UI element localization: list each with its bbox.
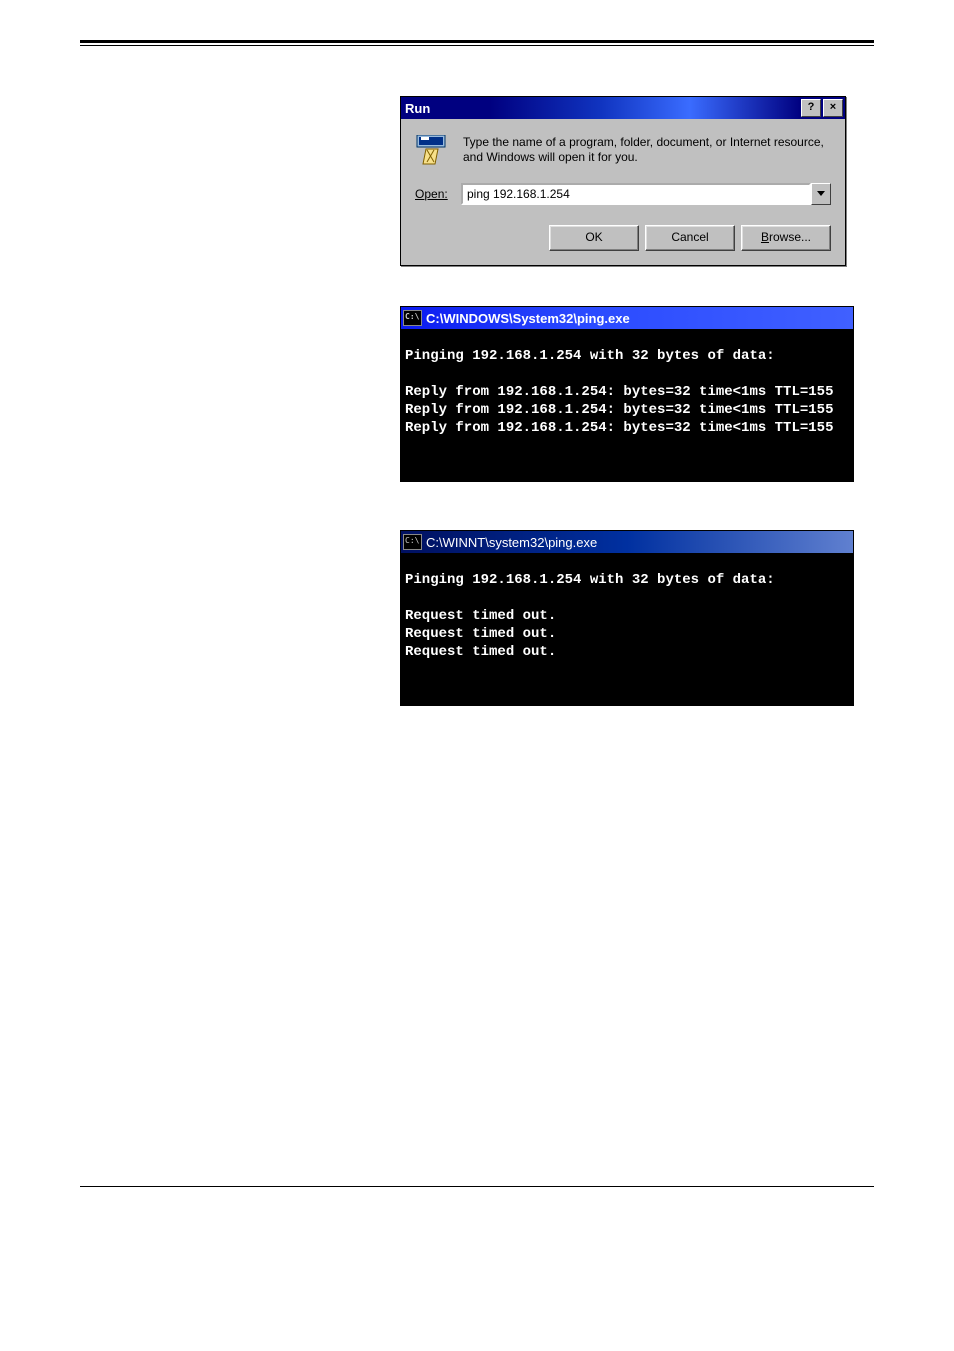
cmd-icon: C:\ [403, 310, 422, 326]
document-page: Run ? × Type [0, 0, 954, 1227]
console-timeout-line-0: Pinging 192.168.1.254 with 32 bytes of d… [405, 572, 775, 588]
open-input[interactable] [461, 183, 811, 205]
console-timeout: C:\ C:\WINNT\system32\ping.exe Pinging 1… [400, 530, 854, 706]
console-timeout-line-4: Request timed out. [405, 644, 556, 660]
run-dialog-titlebar: Run ? × [401, 97, 845, 119]
console-timeout-titlebar: C:\ C:\WINNT\system32\ping.exe [401, 531, 853, 553]
console-success-line-3: Reply from 192.168.1.254: bytes=32 time<… [405, 402, 833, 418]
console-success-titlebar: C:\ C:\WINDOWS\System32\ping.exe [401, 307, 853, 329]
run-dialog: Run ? × Type [400, 96, 846, 266]
close-button[interactable]: × [823, 99, 843, 117]
console-success-line-4: Reply from 192.168.1.254: bytes=32 time<… [405, 420, 833, 436]
console-success-body: Pinging 192.168.1.254 with 32 bytes of d… [401, 329, 853, 481]
run-dialog-description: Type the name of a program, folder, docu… [463, 135, 831, 165]
console-success-title: C:\WINDOWS\System32\ping.exe [426, 311, 630, 326]
help-button[interactable]: ? [801, 99, 821, 117]
console-success-line-0: Pinging 192.168.1.254 with 32 bytes of d… [405, 348, 775, 364]
cmd-icon: C:\ [403, 534, 422, 550]
figures-container: Run ? × Type [400, 96, 850, 706]
run-icon [415, 135, 449, 165]
console-success: C:\ C:\WINDOWS\System32\ping.exe Pinging… [400, 306, 854, 482]
run-buttons-row: OK Cancel Browse... [415, 225, 831, 251]
console-success-line-2: Reply from 192.168.1.254: bytes=32 time<… [405, 384, 833, 400]
run-open-row: Open: [415, 183, 831, 205]
console-timeout-line-2: Request timed out. [405, 608, 556, 624]
top-divider [80, 40, 874, 46]
browse-button[interactable]: Browse... [741, 225, 831, 251]
chevron-down-icon [817, 191, 825, 197]
console-timeout-line-3: Request timed out. [405, 626, 556, 642]
run-dialog-body: Type the name of a program, folder, docu… [401, 119, 845, 265]
ok-button[interactable]: OK [549, 225, 639, 251]
console-timeout-title: C:\WINNT\system32\ping.exe [426, 535, 597, 550]
run-dialog-title: Run [405, 101, 801, 116]
combo-dropdown-button[interactable] [811, 183, 831, 205]
cancel-button[interactable]: Cancel [645, 225, 735, 251]
open-combobox[interactable] [461, 183, 831, 205]
run-dialog-upper: Type the name of a program, folder, docu… [415, 135, 831, 165]
open-label: Open: [415, 187, 461, 201]
console-timeout-body: Pinging 192.168.1.254 with 32 bytes of d… [401, 553, 853, 705]
bottom-divider [80, 1186, 874, 1187]
